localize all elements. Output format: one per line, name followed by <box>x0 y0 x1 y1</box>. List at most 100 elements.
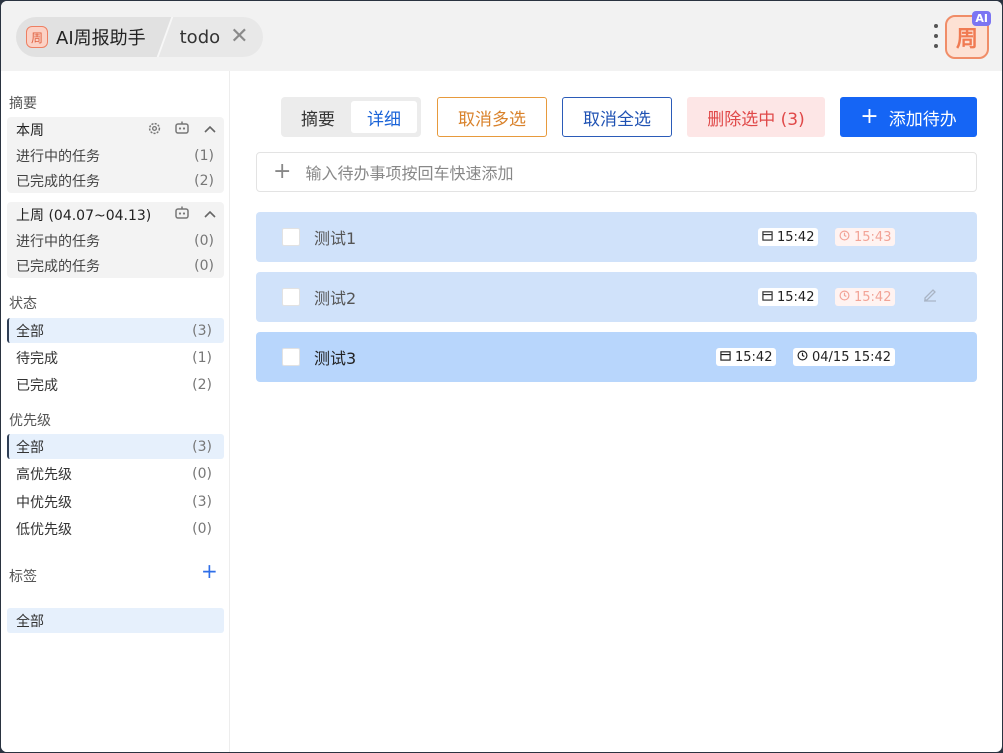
row-count: (0) <box>194 257 214 274</box>
app-logo[interactable]: 周 AI <box>945 11 991 59</box>
this-week-in-progress[interactable]: 进行中的任务 (1) <box>7 143 224 168</box>
due-time: 04/15 15:42 <box>812 349 892 365</box>
calendar-icon <box>720 350 731 364</box>
chevron-up-icon[interactable] <box>196 208 224 223</box>
priority-filter-all[interactable]: 全部 (3) <box>7 434 224 459</box>
row-label: 进行中的任务 <box>16 148 100 165</box>
quick-add-placeholder: 输入待办事项按回车快速添加 <box>305 164 514 183</box>
row-count: (0) <box>194 232 214 249</box>
this-week-group: 本周 进行中的任务 (1) 已完成的任务 (2) <box>7 117 224 193</box>
created-time-badge: 15:42 <box>758 288 819 306</box>
deselect-all-button[interactable]: 取消全选 <box>562 97 672 137</box>
filter-label: 全部 <box>16 439 44 456</box>
created-time-badge: 15:42 <box>716 348 777 366</box>
priority-section-title: 优先级 <box>9 413 51 429</box>
view-detail-option[interactable]: 详细 <box>351 101 417 133</box>
view-summary-option[interactable]: 摘要 <box>285 101 351 133</box>
clock-icon <box>839 230 850 244</box>
breadcrumb: 周 AI周报助手 todo ✕ <box>16 17 263 57</box>
filter-count: (1) <box>192 349 212 366</box>
priority-filter-high[interactable]: 高优先级 (0) <box>7 461 224 486</box>
created-time: 15:42 <box>735 349 773 365</box>
calendar-icon: 周 <box>26 26 48 48</box>
todo-checkbox[interactable] <box>282 288 300 306</box>
created-time-badge: 15:42 <box>758 228 819 246</box>
todo-item[interactable]: 测试1 15:42 15:43 <box>256 212 977 262</box>
created-time: 15:42 <box>777 289 815 305</box>
plus-icon: + <box>273 159 292 184</box>
priority-filter-low[interactable]: 低优先级 (0) <box>7 516 224 541</box>
row-count: (1) <box>194 147 214 164</box>
filter-count: (3) <box>192 438 212 455</box>
last-week-in-progress[interactable]: 进行中的任务 (0) <box>7 228 224 253</box>
todo-checkbox[interactable] <box>282 228 300 246</box>
last-week-title: 上周 (04.07~04.13) <box>16 208 152 224</box>
last-week-completed[interactable]: 已完成的任务 (0) <box>7 253 224 278</box>
clock-icon <box>839 290 850 304</box>
todo-item[interactable]: 测试2 15:42 15:42 <box>256 272 977 322</box>
filter-label: 低优先级 <box>16 521 72 538</box>
view-toggle: 摘要 详细 <box>281 97 421 137</box>
due-time-badge: 15:42 <box>835 288 896 306</box>
calendar-icon <box>762 230 773 244</box>
last-week-header[interactable]: 上周 (04.07~04.13) <box>7 202 224 228</box>
row-label: 进行中的任务 <box>16 233 100 250</box>
due-time: 15:43 <box>854 229 892 245</box>
status-filter-all[interactable]: 全部 (3) <box>7 318 224 343</box>
todo-title: 测试2 <box>314 289 357 308</box>
due-time-badge: 15:43 <box>835 228 896 246</box>
add-tag-button[interactable]: + <box>201 561 218 581</box>
priority-filter-medium[interactable]: 中优先级 (3) <box>7 489 224 514</box>
filter-label: 高优先级 <box>16 466 72 483</box>
status-filter-done[interactable]: 已完成 (2) <box>7 372 224 397</box>
close-icon[interactable]: ✕ <box>230 26 248 48</box>
app-crumb[interactable]: 周 AI周报助手 <box>16 17 156 57</box>
status-filter-pending[interactable]: 待完成 (1) <box>7 345 224 370</box>
filter-label: 全部 <box>16 323 44 340</box>
tag-filter-all[interactable]: 全部 <box>7 608 224 633</box>
filter-count: (2) <box>192 376 212 393</box>
plus-icon: + <box>860 104 879 129</box>
add-todo-label: 添加待办 <box>888 109 957 130</box>
tags-section-title: 标签 <box>9 569 37 585</box>
more-menu-icon[interactable] <box>932 22 940 52</box>
cancel-multiselect-button[interactable]: 取消多选 <box>437 97 547 137</box>
created-time: 15:42 <box>777 229 815 245</box>
tab-todo-label: todo <box>179 26 221 48</box>
robot-icon[interactable] <box>168 206 196 224</box>
quick-add-input[interactable]: + 输入待办事项按回车快速添加 <box>256 152 977 192</box>
filter-count: (0) <box>192 520 212 537</box>
robot-icon[interactable] <box>168 121 196 139</box>
add-todo-button[interactable]: + 添加待办 <box>840 97 977 137</box>
gear-icon[interactable] <box>140 121 168 140</box>
status-section-title: 状态 <box>9 296 37 312</box>
row-label: 已完成的任务 <box>16 258 100 275</box>
todo-checkbox[interactable] <box>282 348 300 366</box>
filter-count: (3) <box>192 322 212 339</box>
filter-count: (0) <box>192 465 212 482</box>
this-week-title: 本周 <box>16 123 44 139</box>
filter-label: 待完成 <box>16 350 58 367</box>
clock-icon <box>797 350 808 364</box>
todo-item[interactable]: 测试3 15:42 04/15 15:42 <box>256 332 977 382</box>
sidebar: 摘要 本周 进行中的任务 (1) 已完成的任务 (2) 上周 (04.07~04… <box>1 71 230 752</box>
app-title: AI周报助手 <box>56 28 146 49</box>
todo-title: 测试1 <box>314 229 357 248</box>
tab-todo[interactable]: todo ✕ <box>157 17 263 57</box>
calendar-icon <box>762 290 773 304</box>
todo-title: 测试3 <box>314 349 357 368</box>
title-bar: 周 AI周报助手 todo ✕ 周 AI <box>1 1 1002 71</box>
row-count: (2) <box>194 172 214 189</box>
filter-label: 已完成 <box>16 377 58 394</box>
edit-icon[interactable] <box>922 286 938 306</box>
row-label: 已完成的任务 <box>16 173 100 190</box>
ai-badge: AI <box>972 11 991 26</box>
due-time-badge: 04/15 15:42 <box>793 348 896 366</box>
delete-selected-button[interactable]: 删除选中 (3) <box>687 97 825 137</box>
last-week-group: 上周 (04.07~04.13) 进行中的任务 (0) 已完成的任务 (0) <box>7 202 224 278</box>
summary-section-title: 摘要 <box>9 96 37 112</box>
filter-count: (3) <box>192 493 212 510</box>
chevron-up-icon[interactable] <box>196 123 224 138</box>
this-week-header[interactable]: 本周 <box>7 117 224 143</box>
this-week-completed[interactable]: 已完成的任务 (2) <box>7 168 224 193</box>
